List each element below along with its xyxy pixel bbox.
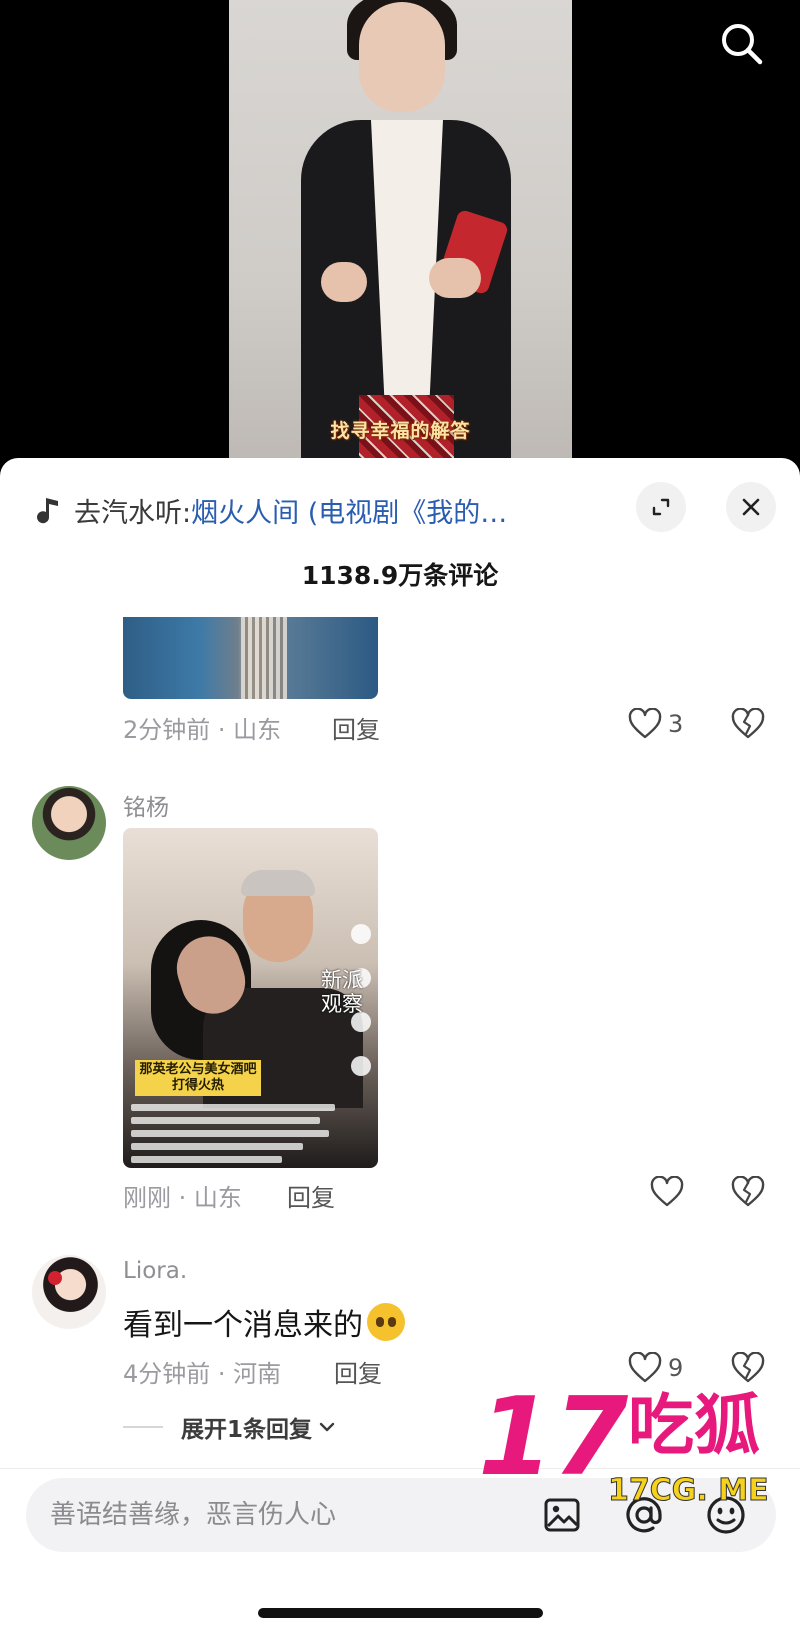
broken-heart-icon: [731, 1351, 765, 1383]
reply-button[interactable]: 回复: [287, 1178, 335, 1213]
thumb-icon: [351, 924, 371, 944]
like-button[interactable]: 9: [628, 1352, 683, 1384]
expand-icon: [652, 498, 670, 516]
image-icon: [544, 1498, 580, 1532]
broken-heart-icon: [731, 707, 765, 739]
image-button[interactable]: [540, 1493, 584, 1537]
comment-username[interactable]: 铭杨: [123, 788, 169, 822]
expand-button[interactable]: [636, 482, 686, 532]
comment-video-thumbnail[interactable]: 新派 观察 那英老公与美女酒吧打得火热: [123, 828, 378, 1168]
music-link[interactable]: 去汽水听: 烟火人间 (电视剧《我的…: [36, 488, 596, 532]
comment-text: 看到一个消息来的: [123, 1300, 405, 1344]
thumb-icon: [351, 1056, 371, 1076]
video-person-hand: [321, 262, 367, 302]
video-caption: 找寻幸福的解答: [330, 420, 471, 442]
like-button[interactable]: [650, 1176, 690, 1208]
video-person-face: [359, 2, 445, 112]
thumb-text-block: [131, 1098, 346, 1168]
music-note-icon: [37, 498, 58, 524]
reply-button[interactable]: 回复: [334, 1354, 382, 1389]
thumb-caption: 那英老公与美女酒吧打得火热: [135, 1060, 261, 1096]
music-title[interactable]: 烟火人间 (电视剧《我的…: [191, 491, 507, 530]
video-player[interactable]: 找寻幸福的解答: [0, 0, 800, 470]
logo-line: 新派: [321, 968, 363, 992]
heart-icon: [628, 1352, 662, 1383]
thumb-channel-logo: 新派 观察: [321, 968, 363, 1016]
close-button[interactable]: [726, 482, 776, 532]
like-count: 9: [668, 1354, 684, 1382]
thumb-person: [241, 870, 315, 896]
expand-replies-label: 展开1条回复: [181, 1417, 313, 1443]
heart-icon: [628, 708, 662, 739]
comment-input-bar: [26, 1478, 776, 1552]
smiley-icon: [707, 1496, 745, 1534]
expand-replies-button[interactable]: 展开1条回复: [123, 1410, 338, 1444]
home-indicator[interactable]: [258, 1608, 543, 1618]
input-divider: [0, 1468, 800, 1469]
mention-button[interactable]: [622, 1493, 666, 1537]
dislike-button[interactable]: [731, 1351, 765, 1388]
teary-face-emoji-icon: [367, 1303, 405, 1341]
divider-line: [123, 1426, 163, 1428]
image-detail: [241, 617, 287, 699]
video-person-hand: [429, 258, 481, 298]
comment-time-location: 2分钟前 · 山东: [123, 716, 282, 744]
comment-username[interactable]: Liora.: [123, 1258, 187, 1284]
like-count: 3: [668, 710, 684, 738]
comment-input[interactable]: [50, 1478, 510, 1552]
reply-button[interactable]: 回复: [332, 710, 380, 745]
broken-heart-icon: [731, 1175, 765, 1207]
chevron-down-icon: [319, 1422, 335, 1432]
comment-body: 看到一个消息来的: [123, 1308, 363, 1343]
at-sign-icon: [626, 1497, 662, 1533]
close-icon: [742, 498, 760, 516]
comment-image[interactable]: [123, 617, 378, 699]
like-button[interactable]: 3: [628, 708, 683, 740]
music-prefix: 去汽水听:: [74, 497, 192, 529]
dislike-button[interactable]: [731, 1175, 765, 1212]
comment-panel: 去汽水听: 烟火人间 (电视剧《我的… 1138.9万条评论 2分钟前 · 山东…: [0, 458, 800, 1635]
search-icon: [722, 24, 763, 65]
comment-time-location: 刚刚 · 山东: [123, 1184, 242, 1212]
video-frame: 找寻幸福的解答: [229, 0, 572, 470]
search-button[interactable]: [716, 18, 768, 70]
comment-time-location: 4分钟前 · 河南: [123, 1360, 282, 1388]
avatar-flower: [48, 1271, 62, 1285]
emoji-button[interactable]: [704, 1493, 748, 1537]
dislike-button[interactable]: [731, 707, 765, 744]
avatar[interactable]: [32, 1255, 106, 1329]
avatar[interactable]: [32, 786, 106, 860]
logo-line: 观察: [321, 992, 363, 1016]
heart-icon: [650, 1176, 684, 1207]
comment-count: 1138.9万条评论: [301, 561, 499, 590]
